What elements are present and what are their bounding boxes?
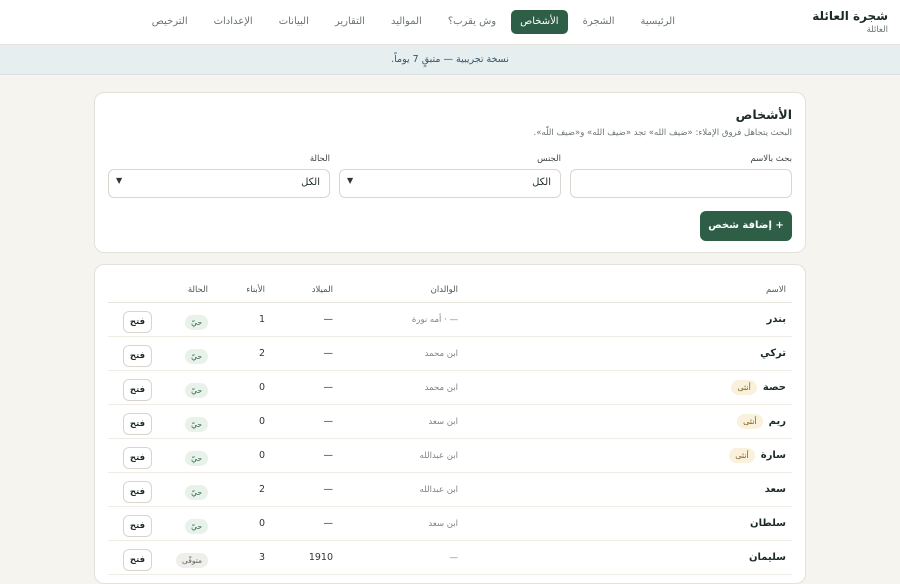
status-badge: حيّ: [185, 417, 208, 432]
status-select[interactable]: الكل ▼: [108, 169, 330, 198]
status-badge: حيّ: [185, 519, 208, 534]
person-birth: —: [323, 382, 334, 393]
person-name[interactable]: سليمان: [749, 541, 786, 575]
person-birth: —: [323, 348, 334, 359]
open-person-button[interactable]: فتح: [123, 515, 152, 537]
person-name[interactable]: سعد: [765, 473, 786, 507]
status-select-value: الكل: [301, 177, 320, 188]
status-badge: حيّ: [185, 451, 208, 466]
people-filter-card: الأشخاص البحث يتجاهل فروق الإملاء: «ضيف …: [94, 92, 806, 253]
person-birth: —: [323, 450, 334, 461]
open-person-button[interactable]: فتح: [123, 413, 152, 435]
nav-settings[interactable]: الإعدادات: [203, 10, 264, 34]
brand-subtitle: العائلة: [866, 25, 888, 35]
status-badge: متوفّى: [176, 553, 208, 568]
person-parents: ابن محمد: [424, 349, 458, 359]
person-name[interactable]: سلطان: [750, 507, 786, 541]
people-table-card: الاسم الوالدان الميلاد الأبناء الحالة بن…: [94, 264, 806, 584]
open-person-button[interactable]: فتح: [123, 345, 152, 367]
chevron-down-icon: ▼: [116, 176, 123, 185]
open-person-button[interactable]: فتح: [123, 379, 152, 401]
table-row[interactable]: تركي ابن محمد — 2 حيّ فتح: [108, 337, 792, 371]
nav-tree[interactable]: الشجرة: [572, 10, 626, 34]
table-row[interactable]: حصةأنثى ابن محمد — 0 حيّ فتح: [108, 371, 792, 405]
status-badge: حيّ: [185, 485, 208, 500]
person-children-count: 1: [258, 314, 265, 325]
brand-title: شجرة العائلة: [812, 9, 888, 23]
column-header-birth: الميلاد: [311, 285, 333, 295]
nav-data[interactable]: البيانات: [268, 10, 320, 34]
person-parents: ابن عبدالله: [419, 451, 458, 461]
person-parents: ابن سعد: [428, 519, 458, 529]
gender-badge: أنثى: [729, 447, 755, 463]
add-person-button[interactable]: + إضافة شخص: [700, 211, 792, 241]
gender-badge: أنثى: [731, 379, 757, 395]
brand[interactable]: شجرة العائلة العائلة: [812, 8, 888, 37]
table-row[interactable]: سارةأنثى ابن عبدالله — 0 حيّ فتح: [108, 439, 792, 473]
status-badge: حيّ: [185, 383, 208, 398]
column-header-status: الحالة: [187, 285, 208, 295]
status-badge: حيّ: [185, 315, 208, 330]
table-row[interactable]: سليمان — 1910 3 متوفّى فتح: [108, 541, 792, 575]
table-row[interactable]: سلطان ابن سعد — 0 حيّ فتح: [108, 507, 792, 541]
status-label: الحالة: [309, 154, 330, 164]
nav-people[interactable]: الأشخاص: [511, 10, 568, 34]
search-label: بحث بالاسم: [750, 154, 792, 164]
person-birth: —: [323, 484, 334, 495]
open-person-button[interactable]: فتح: [123, 447, 152, 469]
main-nav: الرئيسية الشجرة الأشخاص وش يقرب؟ الموالي…: [141, 10, 686, 34]
nav-relation[interactable]: وش يقرب؟: [437, 10, 507, 34]
person-children-count: 3: [258, 552, 265, 563]
search-hint: البحث يتجاهل فروق الإملاء: «ضيف الله» تج…: [533, 128, 792, 138]
person-children-count: 0: [258, 382, 265, 393]
person-name[interactable]: ريمأنثى: [737, 405, 786, 439]
person-children-count: 2: [258, 484, 265, 495]
person-birth: —: [323, 518, 334, 529]
open-person-button[interactable]: فتح: [123, 549, 152, 571]
person-birth: 1910: [308, 552, 333, 563]
status-badge: حيّ: [185, 349, 208, 364]
person-birth: —: [323, 416, 334, 427]
person-children-count: 2: [258, 348, 265, 359]
search-input[interactable]: [570, 169, 792, 198]
person-parents: — · أمه نورة: [411, 315, 458, 325]
open-person-button[interactable]: فتح: [123, 311, 152, 333]
trial-banner: نسخة تجريبية — متبقٍ 7 يوماً.: [0, 45, 900, 75]
person-children-count: 0: [258, 416, 265, 427]
gender-label: الجنس: [537, 154, 561, 164]
column-header-parents: الوالدان: [430, 285, 458, 295]
gender-select[interactable]: الكل ▼: [339, 169, 561, 198]
trial-banner-text: نسخة تجريبية — متبقٍ 7 يوماً.: [391, 54, 509, 65]
top-navbar: شجرة العائلة العائلة الرئيسية الشجرة الأ…: [0, 0, 900, 45]
page-title: الأشخاص: [735, 107, 792, 122]
person-parents: ابن عبدالله: [419, 485, 458, 495]
person-name[interactable]: حصةأنثى: [731, 371, 786, 405]
table-row[interactable]: سعد ابن عبدالله — 2 حيّ فتح: [108, 473, 792, 507]
column-header-children: الأبناء: [246, 285, 265, 295]
chevron-down-icon: ▼: [347, 176, 354, 185]
person-parents: ابن سعد: [428, 417, 458, 427]
table-row[interactable]: ريمأنثى ابن سعد — 0 حيّ فتح: [108, 405, 792, 439]
person-birth: —: [323, 314, 334, 325]
gender-badge: أنثى: [737, 413, 763, 429]
person-name[interactable]: تركي: [760, 337, 786, 371]
gender-select-value: الكل: [532, 177, 551, 188]
person-name[interactable]: سارةأنثى: [729, 439, 786, 473]
column-header-name: الاسم: [766, 285, 786, 295]
nav-births[interactable]: المواليد: [380, 10, 433, 34]
nav-reports[interactable]: التقارير: [324, 10, 376, 34]
person-parents: ابن محمد: [424, 383, 458, 393]
person-children-count: 0: [258, 450, 265, 461]
person-children-count: 0: [258, 518, 265, 529]
nav-license[interactable]: الترخيص: [141, 10, 199, 34]
person-name[interactable]: بندر: [767, 303, 786, 337]
person-parents: —: [449, 553, 459, 563]
nav-home[interactable]: الرئيسية: [630, 10, 686, 34]
open-person-button[interactable]: فتح: [123, 481, 152, 503]
table-row[interactable]: بندر — · أمه نورة — 1 حيّ فتح: [108, 303, 792, 337]
